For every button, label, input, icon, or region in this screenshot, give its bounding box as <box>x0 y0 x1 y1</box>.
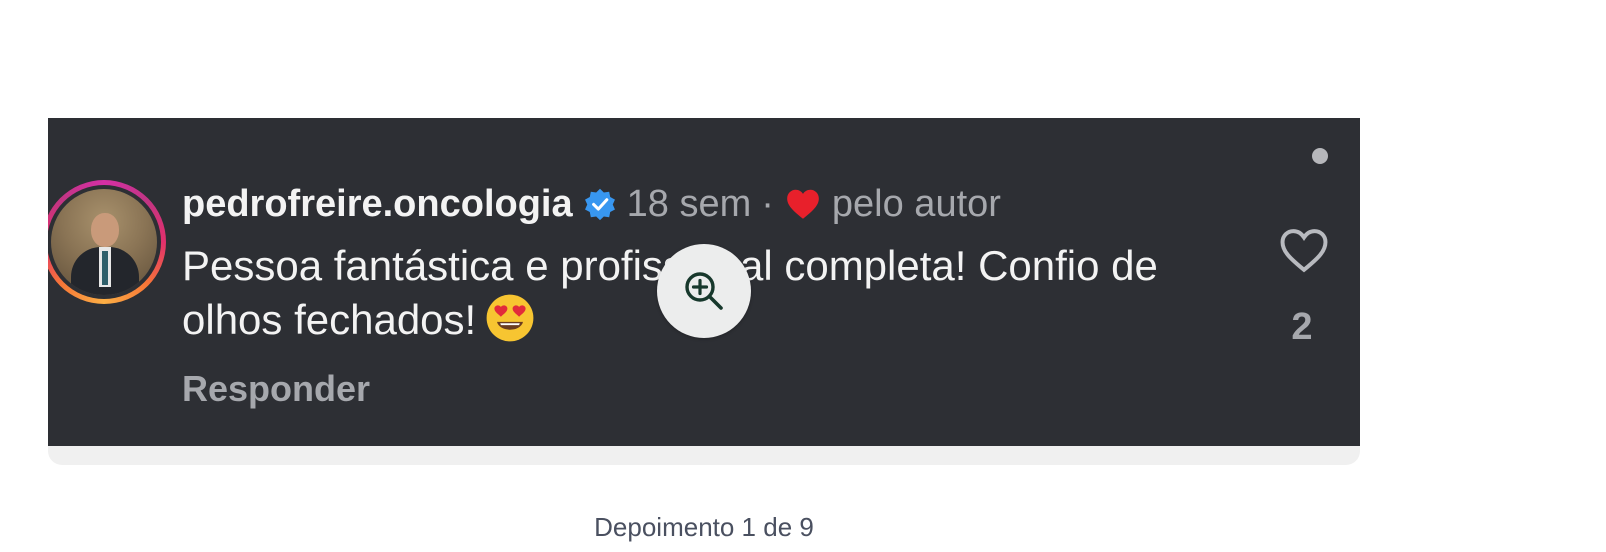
heart-filled-icon <box>787 189 819 219</box>
avatar <box>48 185 161 299</box>
comment-header: pedrofreire.oncologia 18 sem · pelo auto… <box>182 182 1001 226</box>
verified-badge-icon <box>584 188 615 221</box>
liked-by-author-label: pelo autor <box>831 182 1001 225</box>
zoom-in-button[interactable] <box>657 244 751 338</box>
like-count: 2 <box>1291 306 1313 348</box>
zoom-in-icon <box>685 272 723 310</box>
testimonial-counter: Depoimento 1 de 9 <box>594 512 814 542</box>
avatar-photo <box>51 189 157 295</box>
comment-time: 18 sem <box>626 182 752 225</box>
heart-eyes-emoji-icon <box>486 294 534 342</box>
heart-outline-icon[interactable] <box>1276 222 1332 278</box>
avatar-story-ring[interactable] <box>48 180 166 304</box>
separator: · <box>761 182 774 225</box>
reply-button[interactable]: Responder <box>182 368 370 410</box>
username[interactable]: pedrofreire.oncologia <box>182 183 573 226</box>
status-dot <box>1312 148 1328 164</box>
